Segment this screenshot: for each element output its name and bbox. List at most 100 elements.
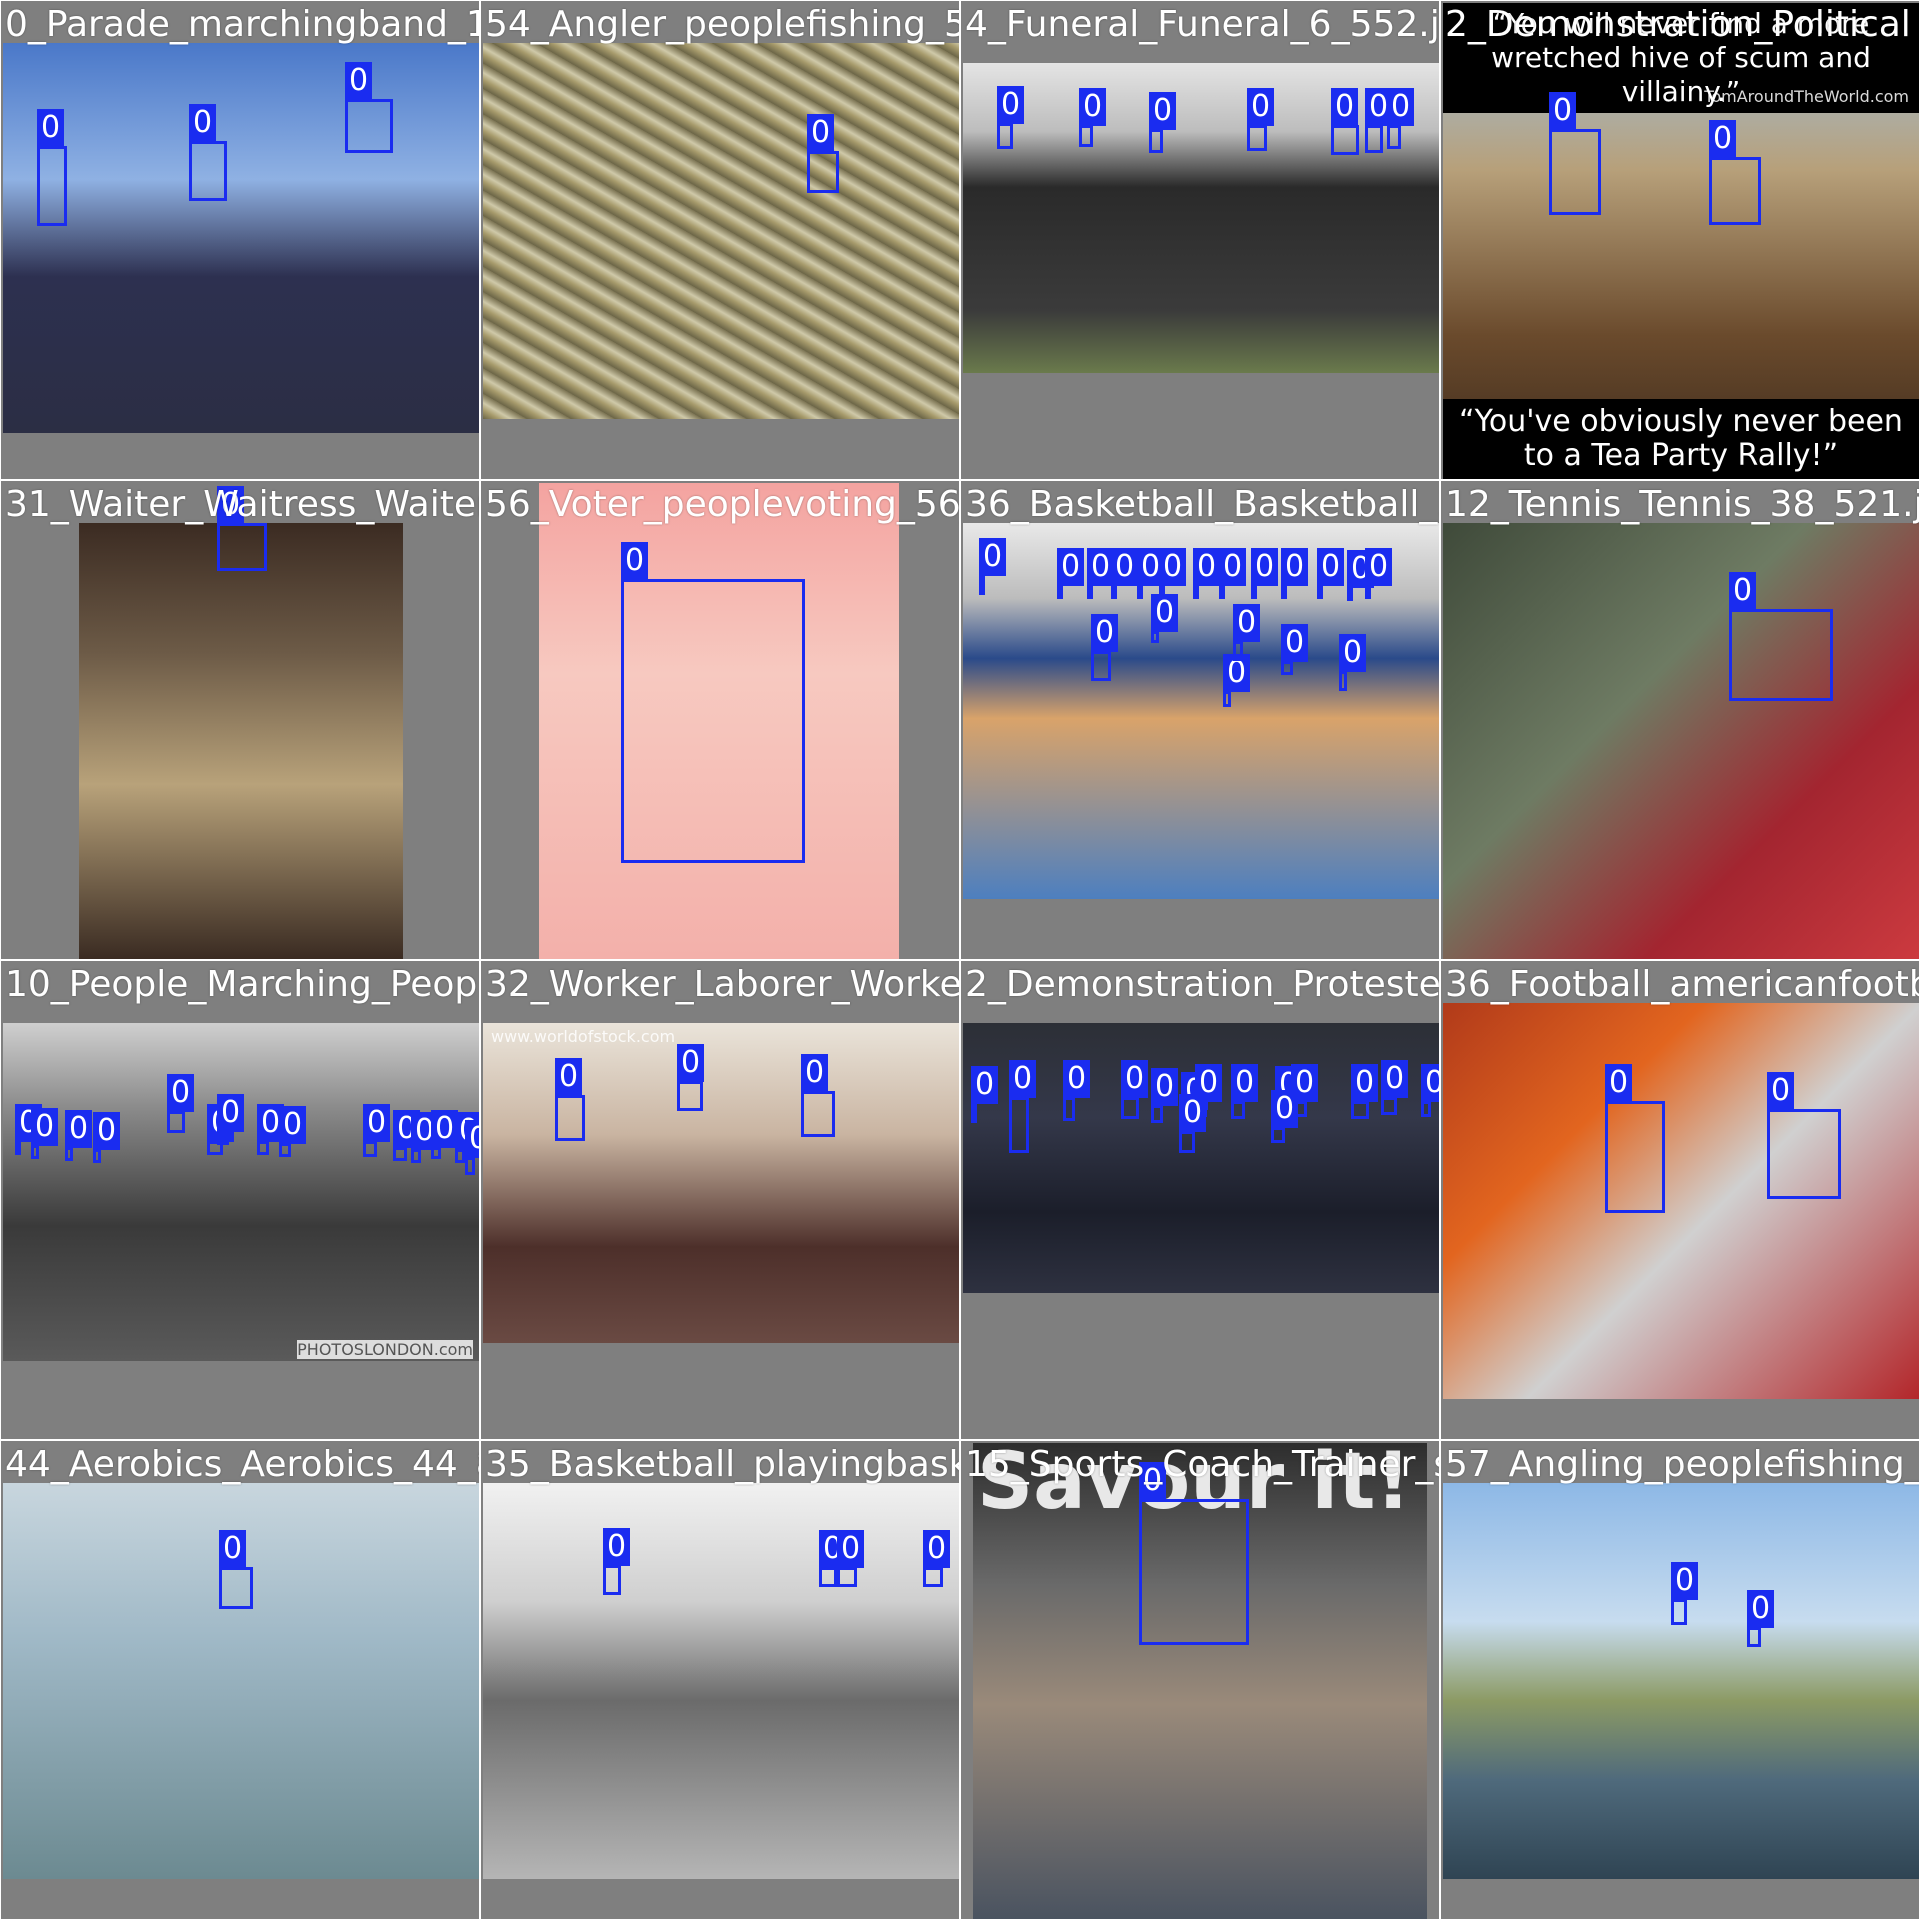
tile-filename-caption: 44_Aerobics_Aerobics_44_885.jpg bbox=[5, 1444, 479, 1485]
box-class-label: 0 bbox=[1151, 594, 1179, 632]
face-bounding-box: 0 bbox=[1079, 88, 1107, 147]
box-class-label: 0 bbox=[1233, 604, 1261, 642]
face-bounding-box: 0 bbox=[555, 1058, 585, 1141]
tile-filename-caption: 2_Demonstration_Protesters_2_736.jpg bbox=[965, 964, 1440, 1005]
box-class-label: 0 bbox=[923, 1530, 951, 1568]
face-bounding-box: 0 bbox=[1063, 1060, 1091, 1121]
face-bounding-box: 0 bbox=[1351, 1064, 1379, 1119]
tile-filename-caption: 12_Tennis_Tennis_38_521.jpg bbox=[1445, 484, 1920, 525]
face-bounding-box: 0 bbox=[1767, 1072, 1841, 1199]
box-class-label: 0 bbox=[219, 1530, 247, 1568]
face-bounding-box: 0 bbox=[1317, 548, 1345, 599]
face-bounding-box: 0 bbox=[1151, 594, 1179, 643]
face-bounding-box: 0 bbox=[345, 62, 393, 153]
face-bounding-box: 0 bbox=[93, 1112, 121, 1163]
mosaic-tile: 0000000000000002_Demonstration_Protester… bbox=[960, 960, 1440, 1440]
face-bounding-box: 0 bbox=[1365, 88, 1393, 153]
box-class-label: 0 bbox=[997, 86, 1025, 124]
box-class-label: 0 bbox=[1151, 1068, 1179, 1106]
face-bounding-box: 0 bbox=[1091, 614, 1119, 681]
face-bounding-box: 0 bbox=[997, 86, 1025, 149]
box-class-label: 0 bbox=[93, 1112, 121, 1150]
mosaic-tile: 0 0 36_Football_americanfootball bbox=[1440, 960, 1920, 1440]
tile-photo bbox=[3, 43, 479, 433]
tile-filename-caption: 57_Angling_peoplefishing_57 bbox=[1445, 1444, 1920, 1485]
face-bounding-box: 0 bbox=[1331, 88, 1359, 155]
face-bounding-box: 0 bbox=[1247, 88, 1275, 151]
face-bounding-box: 0 bbox=[1219, 548, 1247, 599]
mosaic-grid: 0000_Parade_marchingband_1_534.jpg054_An… bbox=[0, 0, 1920, 1920]
face-bounding-box: 0 bbox=[15, 1104, 43, 1155]
box-class-label: 0 bbox=[1251, 548, 1279, 586]
box-class-label: 0 bbox=[971, 1066, 999, 1104]
face-bounding-box: 0 bbox=[1605, 1064, 1665, 1213]
face-bounding-box: 0 bbox=[819, 1530, 847, 1587]
face-bounding-box: 0 bbox=[1671, 1562, 1699, 1625]
face-bounding-box: 0 bbox=[1387, 88, 1415, 149]
face-bounding-box: 0 bbox=[189, 104, 227, 201]
box-class-label: 0 bbox=[1111, 548, 1139, 586]
tile-filename-caption: 15_Sports_Coach_Trainer_sportcoaching bbox=[965, 1444, 1439, 1485]
face-bounding-box: 0 bbox=[455, 1112, 479, 1163]
face-bounding-box: 0 bbox=[1137, 548, 1165, 599]
box-class-label: 0 bbox=[1339, 634, 1367, 672]
face-bounding-box: 0 bbox=[1281, 548, 1309, 599]
mosaic-tile: PHOTOSLONDON.com00000000000000010_People… bbox=[0, 960, 480, 1440]
face-bounding-box: 0 bbox=[431, 1110, 459, 1159]
box-class-label: 0 bbox=[37, 109, 65, 147]
box-class-label: 0 bbox=[1605, 1064, 1633, 1102]
tile-filename-caption: 56_Voter_peoplevoting_56_92.jpg bbox=[485, 484, 960, 525]
mosaic-tile: 0 12_Tennis_Tennis_38_521.jpg bbox=[1440, 480, 1920, 960]
box-class-label: 0 bbox=[1709, 120, 1737, 158]
box-class-label: 0 bbox=[837, 1530, 865, 1568]
tile-filename-caption: 31_Waiter_Waitress_Waiter bbox=[5, 484, 480, 525]
tile-filename-caption: 0_Parade_marchingband_1_534.jpg bbox=[5, 4, 480, 45]
box-class-label: 0 bbox=[807, 114, 835, 152]
face-bounding-box: 0 bbox=[219, 1530, 253, 1609]
quote-bottom: “You've obviously never been to a Tea Pa… bbox=[1443, 399, 1919, 479]
face-bounding-box: 0 bbox=[1251, 548, 1279, 599]
box-class-label: 0 bbox=[1063, 1060, 1091, 1098]
box-class-label: 0 bbox=[345, 62, 373, 100]
face-bounding-box: 0 bbox=[1193, 548, 1221, 599]
face-bounding-box: 0 bbox=[1149, 92, 1177, 153]
face-bounding-box: 0 bbox=[217, 1094, 245, 1145]
box-class-label: 0 bbox=[1149, 92, 1177, 130]
tile-photo bbox=[79, 523, 403, 959]
face-bounding-box: 0 bbox=[1179, 1094, 1207, 1153]
face-bounding-box: 0 bbox=[807, 114, 839, 193]
tile-filename-caption: 36_Basketball_Basketball_358.jpg bbox=[965, 484, 1439, 525]
face-bounding-box: 0 bbox=[677, 1044, 705, 1111]
face-bounding-box: 0 bbox=[603, 1528, 631, 1595]
box-class-label: 0 bbox=[1317, 548, 1345, 586]
box-class-label: 0 bbox=[1747, 1590, 1775, 1628]
box-class-label: 0 bbox=[363, 1104, 391, 1142]
mosaic-tile: www.worldofstock.com 0 0 0 32_Worker_Laborer… bbox=[480, 960, 960, 1440]
face-bounding-box: 0 bbox=[1223, 654, 1251, 707]
mosaic-tile: 0 0 0 0_Parade_marchingband_1_534.jpg bbox=[0, 0, 480, 480]
box-class-label: 0 bbox=[1179, 1094, 1207, 1132]
box-class-label: 0 bbox=[1381, 1060, 1409, 1098]
face-bounding-box: 0 bbox=[393, 1110, 421, 1161]
face-bounding-box: 0 bbox=[837, 1530, 865, 1587]
box-class-label: 0 bbox=[555, 1058, 583, 1096]
tile-filename-caption: 2_Demonstration_Political bbox=[1445, 4, 1911, 45]
box-class-label: 0 bbox=[1219, 548, 1247, 586]
tile-photo bbox=[483, 43, 959, 419]
face-bounding-box: 0 bbox=[1009, 1060, 1037, 1153]
tile-filename-caption: 4_Funeral_Funeral_6_552.jpg bbox=[965, 4, 1440, 45]
box-class-label: 0 bbox=[621, 542, 649, 580]
mosaic-tile: “You will never find a more wretched hiv… bbox=[1440, 0, 1920, 480]
photo-credit: www.worldofstock.com bbox=[491, 1027, 676, 1046]
face-bounding-box: 0 bbox=[1421, 1064, 1439, 1117]
box-class-label: 0 bbox=[279, 1106, 307, 1144]
tile-filename-caption: 36_Football_americanfootball bbox=[1445, 964, 1919, 1005]
face-bounding-box: 0 bbox=[1151, 1068, 1179, 1123]
box-class-label: 0 bbox=[1009, 1060, 1037, 1098]
face-bounding-box: 0 bbox=[971, 1066, 999, 1123]
face-bounding-box: 0 bbox=[621, 542, 805, 863]
box-class-label: 0 bbox=[1271, 1090, 1299, 1128]
mosaic-tile: 000035_Basketball_playingbasketball bbox=[480, 1440, 960, 1920]
mosaic-tile: 0 44_Aerobics_Aerobics_44_885.jpg bbox=[0, 1440, 480, 1920]
tile-photo bbox=[1443, 1003, 1919, 1399]
